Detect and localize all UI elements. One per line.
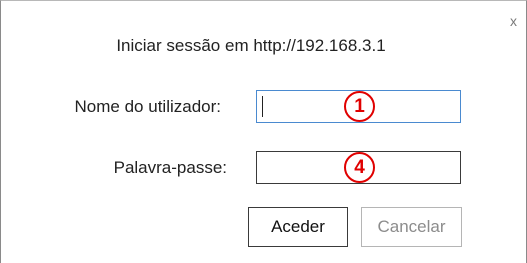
step-badge-password: 4 <box>344 152 375 183</box>
login-dialog: x Iniciar sessão em http://192.168.3.1 N… <box>0 0 527 263</box>
step-badge-username: 1 <box>344 91 375 122</box>
password-label: Palavra-passe: <box>113 158 227 177</box>
sign-in-button[interactable]: Aceder <box>248 207 348 247</box>
close-icon[interactable]: x <box>510 14 517 28</box>
cancel-button[interactable]: Cancelar <box>361 207 462 247</box>
text-caret <box>262 96 263 117</box>
dialog-title: Iniciar sessão em http://192.168.3.1 <box>116 36 386 55</box>
username-label: Nome do utilizador: <box>74 97 221 116</box>
